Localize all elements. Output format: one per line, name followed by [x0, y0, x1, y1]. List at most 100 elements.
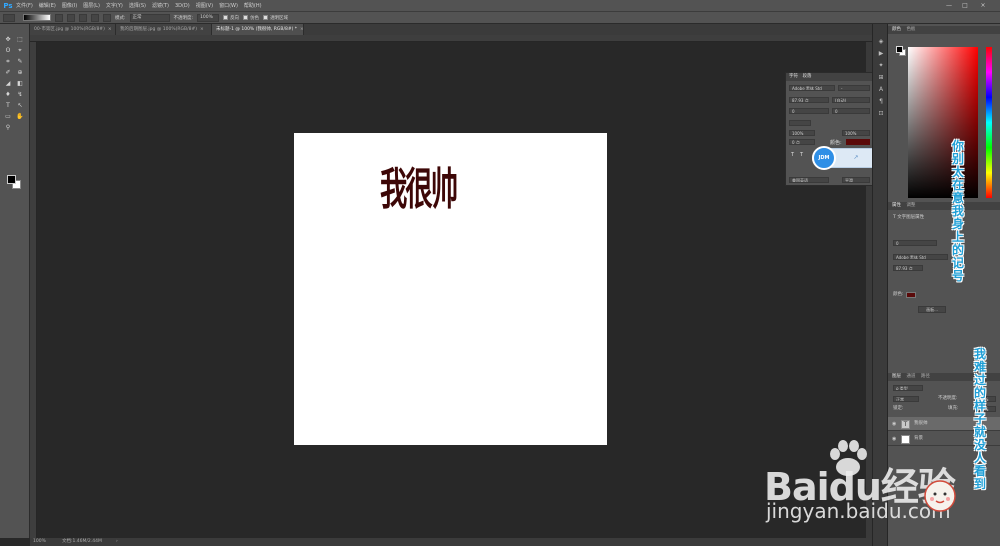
gradient-picker[interactable]	[23, 14, 51, 21]
stamp-tool-icon[interactable]: ◢	[4, 80, 12, 88]
document-canvas[interactable]: 我很帅	[294, 133, 607, 445]
angle-gradient-icon[interactable]	[79, 13, 87, 22]
tool-preset-picker[interactable]	[3, 13, 15, 22]
menu-window[interactable]: 窗口(W)	[219, 2, 238, 9]
faux-bold-icon[interactable]: T	[791, 152, 794, 158]
color-picker-field[interactable]	[908, 47, 978, 198]
path-select-tool-icon[interactable]: ⚲	[4, 124, 12, 132]
marquee-tool-icon[interactable]: ⬚	[16, 36, 24, 44]
layer-name[interactable]: 背景	[914, 432, 923, 446]
tsume-input[interactable]	[789, 120, 811, 126]
crop-tool-icon[interactable]: ⌗	[4, 58, 12, 66]
text-color-swatch[interactable]	[846, 139, 870, 145]
tab-swatches[interactable]: 色板	[906, 27, 915, 32]
opacity-input[interactable]: 100%	[197, 13, 220, 22]
visibility-eye-icon[interactable]: ◉	[892, 432, 896, 446]
eyedropper-tool-icon[interactable]: ✎	[16, 58, 24, 66]
tab-close-icon[interactable]: ×	[200, 27, 204, 32]
dither-checkbox[interactable]	[243, 15, 249, 20]
horizontal-scale-input[interactable]: 100%	[842, 130, 870, 136]
tab-adjustments[interactable]: 调整	[906, 203, 915, 208]
properties-color-swatch[interactable]	[906, 292, 916, 298]
radial-gradient-icon[interactable]	[67, 13, 75, 22]
blur-tool-icon[interactable]: T	[4, 102, 12, 110]
hue-slider[interactable]	[986, 47, 992, 198]
foreground-color-swatch[interactable]	[7, 175, 16, 184]
menu-select[interactable]: 选择(S)	[129, 2, 146, 9]
tab-character[interactable]: 字符	[789, 74, 798, 79]
anti-alias-select[interactable]: 平滑	[842, 177, 870, 183]
language-select[interactable]: 美国英语	[789, 177, 829, 183]
font-size-input[interactable]: 87.93 点	[789, 97, 829, 103]
actions-panel-icon[interactable]: ▶	[877, 50, 885, 58]
clone-source-panel-icon[interactable]: ⊞	[877, 74, 885, 82]
brush-panel-icon[interactable]: ✦	[877, 62, 885, 70]
pen-tool-icon[interactable]: ▭	[4, 113, 12, 121]
font-style-select[interactable]: -	[838, 85, 870, 91]
diamond-gradient-icon[interactable]	[103, 13, 111, 22]
zoom-level[interactable]: 100%	[33, 538, 46, 546]
jdm-share-icon[interactable]: ↗	[852, 154, 860, 162]
reverse-checkbox[interactable]	[223, 15, 229, 20]
tab-channels[interactable]: 通道	[906, 374, 915, 379]
properties-size-input[interactable]: 87.93 点	[893, 265, 923, 271]
menu-file[interactable]: 文件(F)	[16, 2, 33, 9]
visibility-eye-icon[interactable]: ◉	[892, 417, 896, 431]
font-family-select[interactable]: Adobe 黑体 Std	[789, 85, 835, 91]
menu-view[interactable]: 视图(V)	[196, 2, 213, 9]
history-panel-icon[interactable]: ◈	[877, 38, 885, 46]
tab-color[interactable]: 颜色	[892, 27, 901, 32]
history-brush-tool-icon[interactable]: ◧	[16, 80, 24, 88]
gradient-tool-icon[interactable]: ↯	[16, 91, 24, 99]
panel-foreground-swatch[interactable]	[896, 46, 903, 53]
leading-input[interactable]: (自动)	[832, 97, 870, 103]
eraser-tool-icon[interactable]: ♦	[4, 91, 12, 99]
tab-document-3[interactable]: 未标题-1 @ 100% (我很帅, RGB/8#) * ×	[212, 24, 304, 35]
canvas-text-layer[interactable]: 我很帅	[380, 153, 458, 217]
faux-italic-icon[interactable]: T	[800, 152, 803, 158]
vertical-scale-input[interactable]: 100%	[789, 130, 815, 136]
menu-3d[interactable]: 3D(D)	[175, 3, 190, 9]
character-panel-icon[interactable]: A	[877, 86, 885, 94]
mode-select[interactable]: 正常	[129, 13, 170, 22]
menu-image[interactable]: 图像(I)	[62, 2, 77, 9]
menu-layer[interactable]: 图层(L)	[83, 2, 100, 9]
baseline-shift-input[interactable]: 0 点	[789, 139, 815, 145]
dodge-tool-icon[interactable]: ↖	[16, 102, 24, 110]
jdm-button[interactable]: JDM	[812, 146, 836, 170]
paragraph-panel-icon[interactable]: ¶	[877, 98, 885, 106]
tab-paragraph[interactable]: 段落	[802, 74, 811, 79]
tab-properties[interactable]: 属性	[892, 203, 901, 208]
quick-select-tool-icon[interactable]: ⌖	[16, 47, 24, 55]
reflected-gradient-icon[interactable]	[91, 13, 99, 22]
menu-type[interactable]: 文字(Y)	[106, 2, 123, 9]
layer-filter-select[interactable]: ρ 类型	[893, 385, 923, 391]
brush-tool-icon[interactable]: ⊕	[16, 69, 24, 77]
menu-help[interactable]: 帮助(H)	[244, 2, 262, 9]
menu-edit[interactable]: 编辑(E)	[39, 2, 56, 9]
tab-paths[interactable]: 路径	[921, 374, 930, 379]
tab-document-2[interactable]: 我的后期图层.jpg @ 100%(RGB/8#) ×	[116, 24, 212, 35]
tab-close-icon[interactable]: ×	[108, 27, 112, 32]
properties-button[interactable]: 画板...	[918, 306, 946, 313]
tab-layers[interactable]: 图层	[892, 374, 901, 379]
maximize-icon[interactable]: □	[958, 0, 972, 11]
properties-font-select[interactable]: Adobe 黑体 Std	[893, 254, 948, 260]
move-tool-icon[interactable]: ✥	[4, 36, 12, 44]
tab-document-1[interactable]: 00-市第区.jpg @ 100%(RGB/8#) ×	[30, 24, 116, 35]
tab-close-icon[interactable]: ×	[300, 27, 303, 32]
lasso-tool-icon[interactable]: ʘ	[4, 47, 12, 55]
kerning-input[interactable]: 0	[789, 108, 829, 114]
layer-name[interactable]: 我很帅	[914, 417, 928, 431]
menu-filter[interactable]: 滤镜(T)	[152, 2, 169, 9]
transparency-checkbox[interactable]	[263, 15, 269, 20]
blend-mode-select[interactable]: 正常	[893, 396, 919, 402]
type-tool-icon[interactable]: ✋	[16, 113, 24, 121]
properties-tracking-input[interactable]: 0	[893, 240, 937, 246]
close-icon[interactable]: ×	[976, 0, 990, 11]
glyphs-panel-icon[interactable]: ⊡	[877, 110, 885, 118]
linear-gradient-icon[interactable]	[55, 13, 63, 22]
status-menu-arrow-icon[interactable]: ›	[116, 538, 118, 546]
minimize-icon[interactable]: —	[942, 0, 956, 11]
tracking-input[interactable]: 0	[832, 108, 870, 114]
